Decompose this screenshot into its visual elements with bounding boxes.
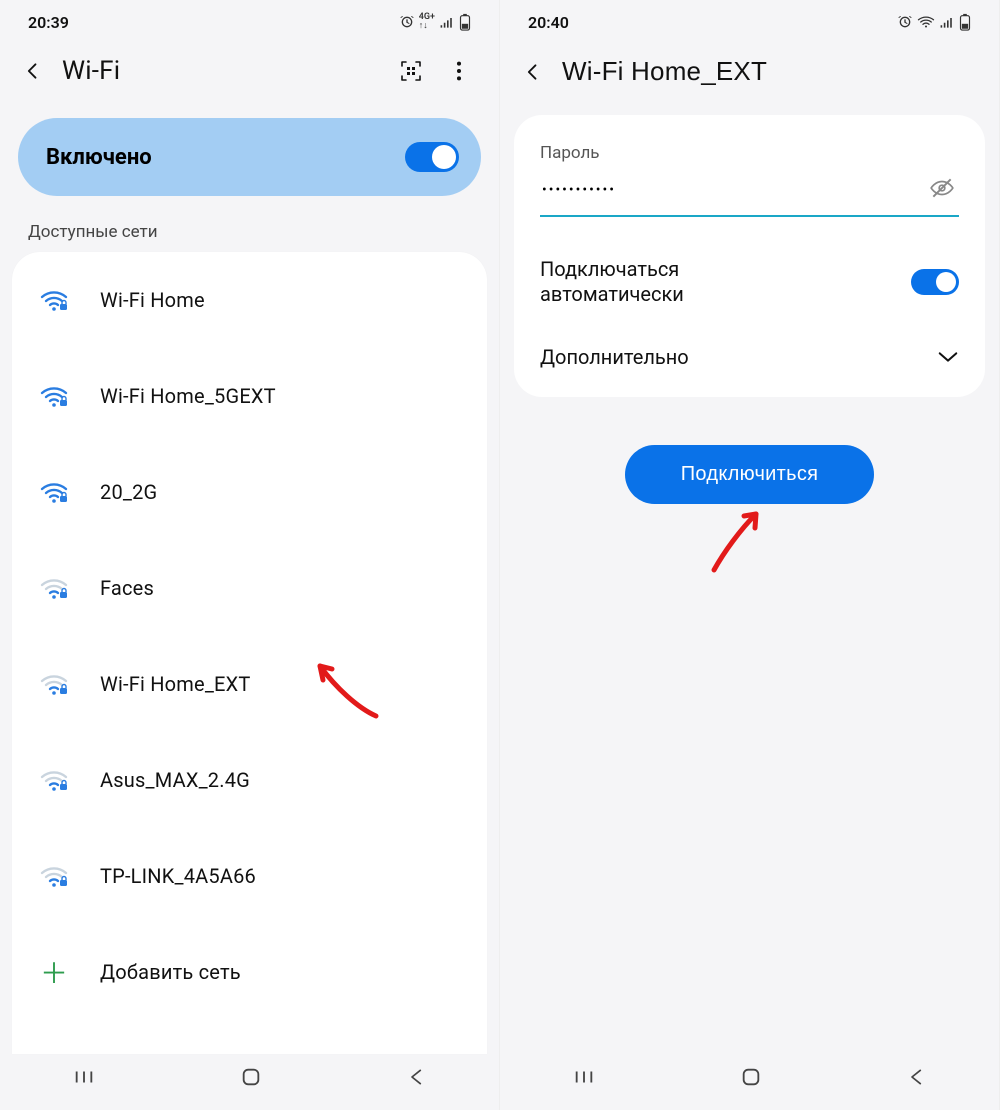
status-bar: 20:39 4G+↑↓ bbox=[0, 0, 499, 38]
switch-on-icon bbox=[911, 269, 959, 295]
available-networks-label: Доступные сети bbox=[0, 214, 499, 252]
more-vert-icon bbox=[456, 60, 462, 82]
back-button[interactable] bbox=[516, 59, 550, 85]
system-navbar bbox=[0, 1054, 499, 1110]
system-navbar bbox=[500, 1054, 999, 1110]
advanced-toggle[interactable]: Дополнительно bbox=[514, 329, 985, 397]
network-ssid: Wi-Fi Home_5GEXT bbox=[100, 384, 276, 408]
password-input[interactable]: ••••••••••• bbox=[540, 171, 959, 217]
add-network-label: Добавить сеть bbox=[100, 960, 241, 984]
net-4g-icon: 4G+↑↓ bbox=[419, 13, 435, 31]
network-ssid: 20_2G bbox=[100, 480, 157, 504]
network-item[interactable]: Asus_MAX_2.4G bbox=[12, 732, 487, 828]
wifi-lock-weak-icon bbox=[32, 670, 76, 698]
nav-home-button[interactable] bbox=[240, 1066, 262, 1092]
network-item[interactable]: Wi-Fi Home_EXT bbox=[12, 636, 487, 732]
page-title: Wi-Fi Home_EXT bbox=[562, 56, 977, 87]
chevron-left-icon bbox=[23, 58, 43, 84]
connect-button[interactable]: Подключиться bbox=[625, 445, 875, 504]
network-ssid: Asus_MAX_2.4G bbox=[100, 768, 250, 792]
nav-recents-button[interactable] bbox=[573, 1067, 595, 1091]
wifi-toggle-label: Включено bbox=[46, 145, 152, 170]
network-item[interactable]: Wi-Fi Home_5GEXT bbox=[12, 348, 487, 444]
battery-icon bbox=[959, 13, 971, 31]
status-time: 20:39 bbox=[28, 13, 69, 32]
password-value: ••••••••••• bbox=[542, 182, 616, 198]
status-icons: 4G+↑↓ bbox=[399, 13, 471, 31]
network-ssid: Faces bbox=[100, 576, 154, 600]
back-button[interactable] bbox=[16, 58, 50, 84]
status-icons bbox=[897, 13, 971, 31]
signal-icon bbox=[939, 15, 955, 29]
more-button[interactable] bbox=[441, 60, 477, 82]
password-label: Пароль bbox=[540, 143, 959, 163]
signal-icon bbox=[439, 15, 455, 29]
wifi-switch-on-icon bbox=[405, 142, 459, 172]
alarm-icon bbox=[897, 14, 913, 30]
alarm-icon bbox=[399, 14, 415, 30]
wifi-lock-weak-icon bbox=[32, 574, 76, 602]
wifi-lock-strong-icon bbox=[32, 286, 76, 314]
chevron-left-icon bbox=[523, 59, 543, 85]
auto-connect-label: Подключаться автоматически bbox=[540, 257, 684, 307]
advanced-label: Дополнительно bbox=[540, 345, 689, 369]
wifi-lock-strong-icon bbox=[32, 382, 76, 410]
status-time: 20:40 bbox=[528, 13, 569, 32]
wifi-lock-strong-icon bbox=[32, 478, 76, 506]
network-ssid: Wi-Fi Home_EXT bbox=[100, 672, 251, 696]
eye-off-icon bbox=[929, 175, 955, 201]
wifi-lock-weak-icon bbox=[32, 766, 76, 794]
password-field-block: Пароль ••••••••••• bbox=[514, 137, 985, 235]
status-bar: 20:40 bbox=[500, 0, 999, 38]
qr-icon bbox=[399, 59, 423, 83]
chevron-down-icon bbox=[937, 345, 959, 369]
phone-right: 20:40 Wi-Fi Home_EXT Пароль ••••••••••• bbox=[500, 0, 1000, 1110]
wifi-status-icon bbox=[917, 15, 935, 29]
page-title: Wi-Fi bbox=[62, 56, 381, 86]
header: Wi-Fi bbox=[0, 38, 499, 104]
wifi-lock-weak-icon bbox=[32, 862, 76, 890]
add-network-button[interactable]: ＋ Добавить сеть bbox=[12, 924, 487, 1020]
network-item[interactable]: Wi-Fi Home bbox=[12, 252, 487, 348]
header: Wi-Fi Home_EXT bbox=[500, 38, 999, 105]
plus-icon: ＋ bbox=[32, 952, 76, 992]
wifi-master-toggle[interactable]: Включено bbox=[18, 118, 481, 196]
network-item[interactable]: 20_2G bbox=[12, 444, 487, 540]
network-ssid: TP-LINK_4A5A66 bbox=[100, 864, 256, 888]
network-settings-card: Пароль ••••••••••• Подключаться автомати… bbox=[514, 115, 985, 397]
nav-back-button[interactable] bbox=[407, 1067, 427, 1091]
nav-home-button[interactable] bbox=[740, 1066, 762, 1092]
auto-connect-toggle[interactable]: Подключаться автоматически bbox=[514, 235, 985, 329]
network-item[interactable]: Faces bbox=[12, 540, 487, 636]
network-list: Wi-Fi Home Wi-Fi Home_5GEXT 20_2G Faces bbox=[12, 252, 487, 1054]
qr-scan-button[interactable] bbox=[393, 59, 429, 83]
battery-icon bbox=[459, 13, 471, 31]
network-ssid: Wi-Fi Home bbox=[100, 288, 205, 312]
nav-back-button[interactable] bbox=[907, 1067, 927, 1091]
toggle-password-visibility[interactable] bbox=[929, 175, 955, 205]
nav-recents-button[interactable] bbox=[73, 1067, 95, 1091]
phone-left: 20:39 4G+↑↓ Wi-Fi Включено Доступные сет… bbox=[0, 0, 500, 1110]
network-item[interactable]: TP-LINK_4A5A66 bbox=[12, 828, 487, 924]
